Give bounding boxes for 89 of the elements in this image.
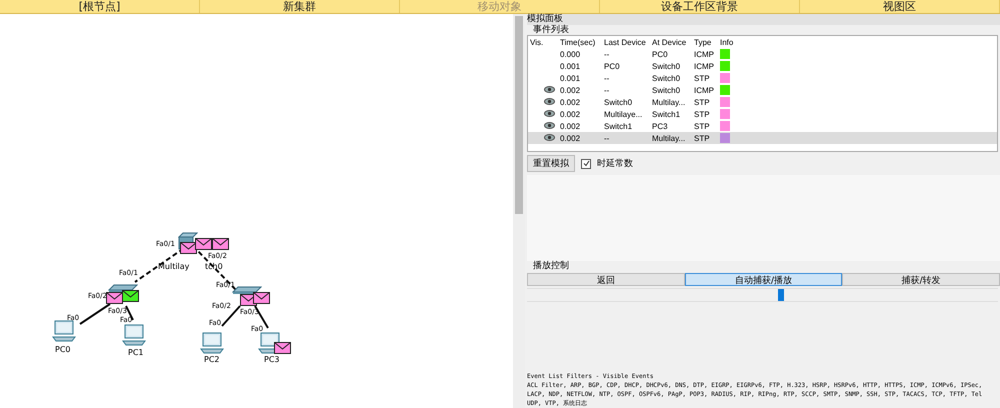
reset-button[interactable]: 重置模拟 xyxy=(527,155,575,172)
device-label: Multilay xyxy=(158,262,190,271)
table-cell-text: ICMP xyxy=(693,86,715,94)
info-swatch[interactable] xyxy=(720,109,730,119)
event-row[interactable]: 0.001 -- Switch0 STP xyxy=(528,72,997,84)
toolbar-button[interactable]: 视图区 xyxy=(800,0,1000,13)
table-cell-text: ICMP xyxy=(693,50,715,58)
table-cell-text: STP xyxy=(693,74,711,82)
envelope-icon[interactable] xyxy=(195,238,212,250)
playback-button[interactable]: 返回 xyxy=(527,273,685,286)
event-row[interactable]: 0.002 Switch0 Multilay... STP xyxy=(528,96,997,108)
column-header[interactable]: Info xyxy=(718,38,742,46)
info-swatch[interactable] xyxy=(720,97,730,107)
table-cell-text: -- xyxy=(603,50,610,58)
toolbar-button[interactable]: 新集群 xyxy=(200,0,400,13)
table-cell-text: PC3 xyxy=(651,122,669,130)
table-cell-text: PC0 xyxy=(651,50,669,58)
table-cell-text: 0.000 xyxy=(559,50,582,58)
table-cell-text: Switch0 xyxy=(651,86,682,94)
playback-button[interactable]: 捕获/转发 xyxy=(842,273,1000,286)
table-cell-text: 0.002 xyxy=(559,86,582,94)
checkbox-label: 时延常数 xyxy=(597,158,633,170)
event-row[interactable]: 0.002 -- Switch0 ICMP xyxy=(528,84,997,96)
column-header[interactable]: Last Device xyxy=(602,38,650,46)
table-cell-text: Switch1 xyxy=(603,122,634,130)
table-cell-text: STP xyxy=(693,134,711,142)
info-swatch[interactable] xyxy=(720,85,730,95)
table-cell-text: 0.002 xyxy=(559,110,582,118)
column-header[interactable]: At Device xyxy=(650,38,692,46)
event-row[interactable]: 0.002 -- Multilay... STP xyxy=(528,132,997,144)
switch-icon[interactable] xyxy=(232,286,262,294)
table-cell-text: 0.001 xyxy=(559,74,582,82)
event-row[interactable]: 0.002 Multilaye... Switch1 STP xyxy=(528,108,997,120)
device-label: PC0 xyxy=(55,345,70,354)
playback-button[interactable]: 自动捕获/播放 xyxy=(684,273,842,286)
eye-icon[interactable] xyxy=(544,98,555,104)
group-title: 播放控制 xyxy=(532,261,570,271)
table-cell-text: Switch0 xyxy=(651,74,682,82)
table-cell-text: Multilay... xyxy=(651,134,686,142)
info-swatch[interactable] xyxy=(720,61,730,71)
toolbar-button[interactable]: 设备工作区背景 xyxy=(600,0,800,13)
envelope-icon[interactable] xyxy=(253,292,270,304)
table-cell-text: 0.001 xyxy=(559,62,582,70)
eye-icon[interactable] xyxy=(544,134,555,140)
event-row[interactable]: 0.000 -- PC0 ICMP xyxy=(528,48,997,60)
table-cell-text: 0.002 xyxy=(559,134,582,142)
eye-icon[interactable] xyxy=(544,110,555,116)
column-header[interactable]: Time(sec) xyxy=(558,38,602,46)
panel-title: 模拟面板 xyxy=(527,14,1000,25)
table-cell-text: STP xyxy=(693,110,711,118)
device-label: PC1 xyxy=(128,348,144,357)
envelope-icon[interactable] xyxy=(106,292,123,304)
event-row[interactable]: 0.001 PC0 Switch0 ICMP xyxy=(528,60,997,72)
device-label: tch0 xyxy=(205,262,223,271)
slider-thumb[interactable] xyxy=(778,289,784,301)
group-title: 事件列表 xyxy=(532,25,570,35)
eye-icon[interactable] xyxy=(544,122,555,128)
info-swatch[interactable] xyxy=(720,121,730,131)
table-cell-text: Switch0 xyxy=(603,98,634,106)
info-swatch[interactable] xyxy=(720,49,730,59)
slider-track[interactable] xyxy=(527,288,998,302)
envelope-icon[interactable] xyxy=(180,242,197,254)
table-cell-text: -- xyxy=(603,86,610,94)
table-cell-text: 0.002 xyxy=(559,122,582,130)
table-cell-text: Switch0 xyxy=(651,62,682,70)
table-cell-text: STP xyxy=(693,98,711,106)
event-row[interactable]: 0.002 Switch1 PC3 STP xyxy=(528,120,997,132)
checkbox[interactable] xyxy=(581,158,591,168)
table-cell-text: PC0 xyxy=(603,62,621,70)
envelope-icon[interactable] xyxy=(212,238,229,250)
table-cell-text: Multilay... xyxy=(651,98,686,106)
table-cell-text: Multilaye... xyxy=(603,110,644,118)
scrollbar-thumb[interactable] xyxy=(515,16,523,214)
column-header[interactable]: Type xyxy=(692,38,718,46)
table-cell-text: 0.002 xyxy=(559,98,582,106)
table-cell-text: -- xyxy=(603,74,610,82)
table-cell-text: STP xyxy=(693,122,711,130)
column-header[interactable]: Vis. xyxy=(528,38,558,46)
table-cell-text: ICMP xyxy=(693,62,715,70)
toolbar-button[interactable]: [根节点] xyxy=(0,0,200,13)
eye-icon[interactable] xyxy=(544,86,555,92)
info-swatch[interactable] xyxy=(720,133,730,143)
envelope-icon[interactable] xyxy=(274,342,291,354)
envelope-icon[interactable] xyxy=(122,290,139,302)
table-cell-text: -- xyxy=(603,134,610,142)
table-cell-text: Switch1 xyxy=(651,110,682,118)
info-swatch[interactable] xyxy=(720,73,730,83)
device-label: PC2 xyxy=(204,355,220,364)
device-label: PC3 xyxy=(264,355,280,364)
